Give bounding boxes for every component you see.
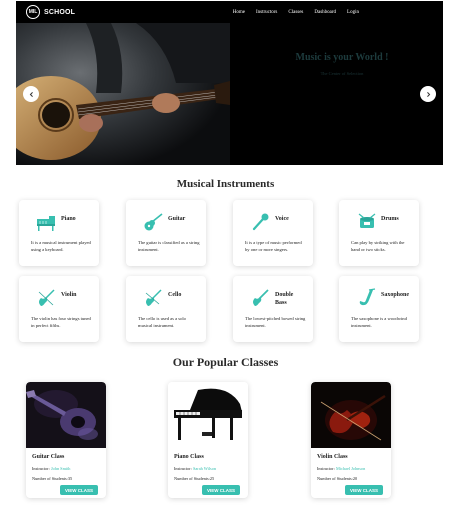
instrument-card-cello[interactable]: Cello The cello is used as a solo musica… bbox=[126, 276, 206, 342]
chevron-right-icon bbox=[426, 91, 430, 97]
view-class-button[interactable]: VIEW CLASS bbox=[59, 485, 98, 495]
instrument-description: The lowest-pitched bowed string instrume… bbox=[245, 316, 306, 328]
instrument-name: Saxophone bbox=[381, 292, 410, 298]
instrument-card-double-bass[interactable]: Double Bass The lowest-pitched bowed str… bbox=[233, 276, 313, 342]
double-bass-icon bbox=[249, 288, 273, 308]
instrument-name: Piano bbox=[61, 216, 76, 222]
students-count: 35 bbox=[67, 476, 73, 481]
instrument-name: Guitar bbox=[168, 216, 186, 222]
students-label: Number of Students: bbox=[174, 476, 210, 481]
students-count: 20 bbox=[352, 476, 358, 481]
instructor-label: Instructor: bbox=[317, 466, 335, 471]
microphone-icon bbox=[249, 212, 273, 232]
students-count: 25 bbox=[209, 476, 215, 481]
students-label: Number of Students: bbox=[32, 476, 68, 481]
slider-prev-button[interactable] bbox=[23, 86, 39, 102]
slider-next-button[interactable] bbox=[420, 86, 436, 102]
nav-home[interactable]: Home bbox=[233, 10, 245, 15]
class-instructor: Instructor: John Smith bbox=[32, 466, 70, 471]
instructor-label: Instructor: bbox=[174, 466, 192, 471]
instrument-name: Voice bbox=[275, 216, 289, 222]
violin-class-image bbox=[311, 382, 391, 448]
logo-mark: MIL bbox=[26, 5, 40, 19]
class-card-guitar: Guitar Class Instructor: John Smith Numb… bbox=[26, 382, 106, 498]
view-class-button[interactable]: VIEW CLASS bbox=[344, 485, 383, 495]
hero-subtitle: The Center of Selection bbox=[320, 71, 364, 76]
class-students: Number of Students:35 bbox=[32, 476, 72, 481]
instrument-card-piano[interactable]: Piano It is a musical instrument played … bbox=[19, 200, 99, 266]
instrument-name: Drums bbox=[381, 216, 399, 222]
class-name: Piano Class bbox=[174, 454, 204, 460]
hero-guitarist-image bbox=[16, 23, 230, 165]
guitar-icon bbox=[142, 212, 166, 232]
class-students: Number of Students:20 bbox=[317, 476, 357, 481]
class-name: Guitar Class bbox=[32, 454, 65, 460]
drums-icon bbox=[355, 212, 379, 232]
instrument-card-voice[interactable]: Voice It is a type of music performed by… bbox=[233, 200, 313, 266]
instrument-card-violin[interactable]: Violin The violin has four strings tuned… bbox=[19, 276, 99, 342]
instrument-description: The guitar is classified as a string ins… bbox=[138, 240, 200, 252]
piano-class-image bbox=[168, 382, 248, 448]
view-class-button[interactable]: VIEW CLASS bbox=[201, 485, 240, 495]
instruments-section-title: Musical Instruments bbox=[176, 178, 275, 190]
violin-icon bbox=[35, 288, 59, 308]
instrument-description: It is a musical instrument played using … bbox=[31, 240, 91, 252]
saxophone-icon bbox=[355, 288, 379, 308]
instrument-card-saxophone[interactable]: Saxophone The saxophone is a woodwind in… bbox=[339, 276, 419, 342]
nav-instructors[interactable]: Instructors bbox=[256, 10, 277, 15]
instrument-card-guitar[interactable]: Guitar The guitar is classified as a str… bbox=[126, 200, 206, 266]
instructor-name[interactable]: John Smith bbox=[51, 466, 70, 471]
class-instructor: Instructor: Michael Johnson bbox=[317, 466, 365, 471]
instrument-description: The saxophone is a woodwind instrument. bbox=[351, 316, 407, 328]
students-label: Number of Students: bbox=[317, 476, 353, 481]
classes-section-title: Our Popular Classes bbox=[172, 355, 279, 369]
nav-classes[interactable]: Classes bbox=[288, 10, 303, 15]
instructor-name[interactable]: Sarah Wilson bbox=[193, 466, 216, 471]
hero-slider: Music is your World ! The Center of Sele… bbox=[16, 23, 443, 165]
guitar-class-image bbox=[26, 382, 106, 448]
instrument-name: Cello bbox=[168, 292, 182, 298]
hero-text: Music is your World ! The Center of Sele… bbox=[262, 52, 422, 76]
nav-login[interactable]: Login bbox=[347, 10, 359, 15]
nav-menu: Home Instructors Classes Dashboard Login bbox=[233, 1, 359, 23]
instrument-description: The cello is used as a solo musical inst… bbox=[138, 316, 186, 328]
instrument-card-drums[interactable]: Drums Can play by striking with the hand… bbox=[339, 200, 419, 266]
chevron-left-icon bbox=[29, 91, 33, 97]
instrument-name: Violin bbox=[61, 292, 77, 298]
instructor-label: Instructor: bbox=[32, 466, 50, 471]
class-students: Number of Students:25 bbox=[174, 476, 214, 481]
instrument-description: It is a type of music performed by one o… bbox=[245, 240, 302, 252]
instructor-name[interactable]: Michael Johnson bbox=[336, 466, 365, 471]
logo-text: SCHOOL bbox=[44, 8, 76, 16]
logo[interactable]: MIL SCHOOL bbox=[26, 5, 75, 19]
instrument-description: Can play by striking with the hand or tw… bbox=[351, 240, 405, 252]
instrument-description: The violin has four strings tuned in per… bbox=[31, 316, 91, 328]
nav-dashboard[interactable]: Dashboard bbox=[314, 10, 336, 15]
class-instructor: Instructor: Sarah Wilson bbox=[174, 466, 216, 471]
class-card-piano: Piano Class Instructor: Sarah Wilson Num… bbox=[168, 382, 248, 498]
cello-icon bbox=[142, 288, 166, 308]
class-name: Violin Class bbox=[317, 454, 348, 460]
top-navbar: MIL SCHOOL Home Instructors Classes Dash… bbox=[16, 1, 443, 23]
class-card-violin: Violin Class Instructor: Michael Johnson… bbox=[311, 382, 391, 498]
piano-icon bbox=[35, 212, 59, 232]
instrument-name: Double Bass bbox=[275, 292, 294, 306]
hero-title: Music is your World ! bbox=[295, 52, 389, 63]
